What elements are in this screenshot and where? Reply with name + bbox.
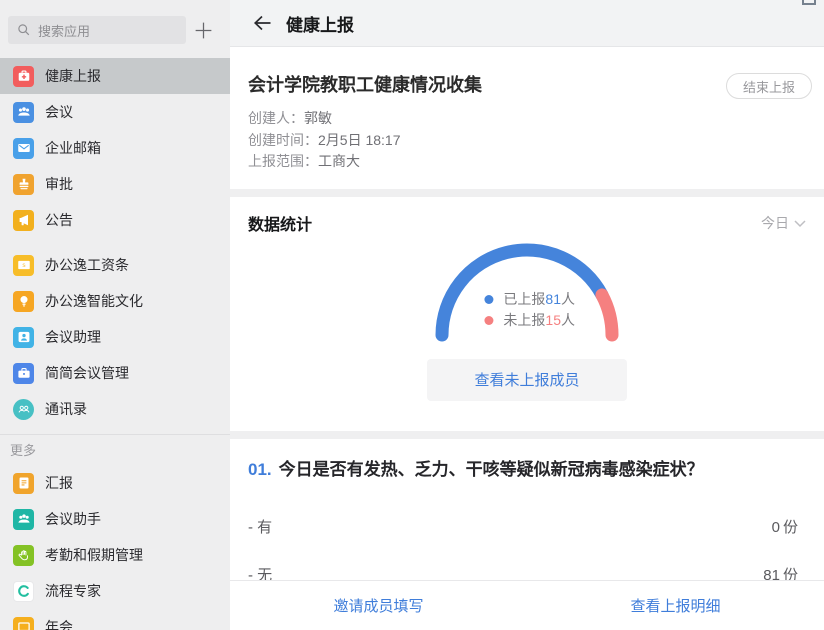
scope-line: 上报范围：工商大 bbox=[248, 151, 812, 173]
create-time-line: 创建时间：2月5日 18:17 bbox=[248, 130, 812, 152]
sidebar-item-label: 汇报 bbox=[45, 473, 73, 493]
sidebar-group-gap bbox=[0, 238, 230, 247]
unreported-dot-icon bbox=[484, 316, 493, 325]
question-line: 01. 今日是否有发热、乏力、干咳等疑似新冠病毒感染症状？ bbox=[248, 455, 798, 480]
sidebar-item-label: 简简会议管理 bbox=[45, 363, 129, 383]
sidebar-item-process-expert[interactable]: 流程专家 bbox=[0, 573, 230, 609]
sidebar-item-payslip[interactable]: s 办公逸工资条 bbox=[0, 247, 230, 283]
sidebar-item-meeting-assistant[interactable]: 会议助理 bbox=[0, 319, 230, 355]
sidebar-item-meeting[interactable]: 会议 bbox=[0, 94, 230, 130]
question-text: 今日是否有发热、乏力、干咳等疑似新冠病毒感染症状？ bbox=[279, 455, 704, 480]
option-label: - 有 bbox=[248, 516, 272, 537]
sidebar-item-label: 办公逸工资条 bbox=[45, 255, 129, 275]
sidebar-item-label: 公告 bbox=[45, 210, 73, 230]
document-icon bbox=[13, 473, 34, 494]
sidebar-item-health-report[interactable]: 健康上报 bbox=[0, 58, 230, 94]
end-report-button[interactable]: 结束上报 bbox=[726, 73, 812, 99]
chevron-down-icon bbox=[794, 220, 806, 228]
back-button[interactable] bbox=[246, 8, 276, 38]
gauge-chart: 已上报81人 未上报15人 bbox=[427, 235, 627, 352]
hand-icon bbox=[13, 545, 34, 566]
section-gap bbox=[230, 189, 824, 197]
unreported-count: 15 bbox=[545, 310, 561, 331]
add-app-button[interactable] bbox=[186, 16, 220, 44]
sidebar-item-annual-meeting[interactable]: 年会 bbox=[0, 609, 230, 630]
payslip-icon: s bbox=[13, 255, 34, 276]
legend-unreported: 未上报15人 bbox=[484, 310, 575, 331]
sidebar-search-row: 搜索应用 bbox=[0, 0, 230, 52]
svg-text:s: s bbox=[22, 262, 25, 269]
sidebar-item-meeting-management[interactable]: 简简会议管理 bbox=[0, 355, 230, 391]
sidebar-item-approval[interactable]: 审批 bbox=[0, 166, 230, 202]
app-sidebar: 搜索应用 健康上报 会议 企业邮箱 审批 bbox=[0, 0, 230, 630]
scope-value: 工商大 bbox=[318, 153, 360, 169]
creator-value: 郭敏 bbox=[304, 110, 332, 126]
contacts-icon bbox=[13, 399, 34, 420]
back-arrow-icon bbox=[250, 12, 272, 34]
sidebar-item-report[interactable]: 汇报 bbox=[0, 465, 230, 501]
gauge-arc-unreported bbox=[602, 294, 612, 334]
page-title: 健康上报 bbox=[286, 11, 354, 36]
sidebar-item-label: 流程专家 bbox=[45, 581, 101, 601]
report-card: 会计学院教职工健康情况收集 结束上报 创建人：郭敏 创建时间：2月5日 18:1… bbox=[230, 47, 824, 189]
search-icon bbox=[16, 22, 32, 38]
sidebar-item-meeting-helper[interactable]: 会议助手 bbox=[0, 501, 230, 537]
stats-title: 数据统计 bbox=[248, 211, 312, 235]
briefcase-icon bbox=[13, 363, 34, 384]
reported-dot-icon bbox=[484, 295, 493, 304]
gauge-legend: 已上报81人 未上报15人 bbox=[484, 289, 575, 331]
report-meta: 创建人：郭敏 创建时间：2月5日 18:17 上报范围：工商大 bbox=[248, 108, 812, 173]
window-control-icon[interactable] bbox=[802, 0, 816, 5]
stats-section: 数据统计 今日 已上报81人 未上报15人 查看未上 bbox=[230, 197, 824, 431]
sidebar-item-contacts[interactable]: 通讯录 bbox=[0, 391, 230, 427]
frame-icon bbox=[13, 617, 34, 630]
sidebar-more-label: 更多 bbox=[0, 435, 230, 465]
search-placeholder: 搜索应用 bbox=[38, 21, 90, 40]
plus-icon bbox=[193, 20, 214, 41]
date-filter-label: 今日 bbox=[761, 213, 789, 233]
create-time-value: 2月5日 18:17 bbox=[318, 132, 401, 148]
page-header: 健康上报 bbox=[230, 0, 824, 47]
sidebar-item-label: 通讯录 bbox=[45, 399, 87, 419]
meeting-icon bbox=[13, 102, 34, 123]
sidebar-item-label: 会议助手 bbox=[45, 509, 101, 529]
sidebar-item-attendance[interactable]: 考勤和假期管理 bbox=[0, 537, 230, 573]
view-unreported-button[interactable]: 查看未上报成员 bbox=[427, 359, 627, 401]
option-row-yes: - 有 0份 bbox=[248, 516, 798, 537]
sidebar-item-smart-culture[interactable]: 办公逸智能文化 bbox=[0, 283, 230, 319]
sidebar-item-label: 审批 bbox=[45, 174, 73, 194]
sidebar-item-label: 会议助理 bbox=[45, 327, 101, 347]
person-card-icon bbox=[13, 327, 34, 348]
sidebar-item-announcement[interactable]: 公告 bbox=[0, 202, 230, 238]
sidebar-item-label: 健康上报 bbox=[45, 66, 101, 86]
main-panel: 健康上报 会计学院教职工健康情况收集 结束上报 创建人：郭敏 创建时间：2月5日… bbox=[230, 0, 824, 630]
creator-line: 创建人：郭敏 bbox=[248, 108, 812, 130]
search-input[interactable]: 搜索应用 bbox=[8, 16, 186, 44]
sidebar-item-label: 企业邮箱 bbox=[45, 138, 101, 158]
legend-reported: 已上报81人 bbox=[484, 289, 575, 310]
mail-icon bbox=[13, 138, 34, 159]
date-filter-dropdown[interactable]: 今日 bbox=[761, 213, 806, 233]
sidebar-item-label: 考勤和假期管理 bbox=[45, 545, 143, 565]
option-count: 0份 bbox=[769, 516, 798, 537]
footer-bar: 邀请成员填写 查看上报明细 bbox=[230, 580, 824, 630]
stamp-icon bbox=[13, 174, 34, 195]
app-list: 健康上报 会议 企业邮箱 审批 公告 bbox=[0, 58, 230, 630]
sidebar-item-label: 年会 bbox=[45, 617, 73, 630]
megaphone-icon bbox=[13, 210, 34, 231]
section-gap bbox=[230, 431, 824, 439]
health-report-icon bbox=[13, 66, 34, 87]
question-number: 01. bbox=[248, 460, 272, 480]
lightbulb-icon bbox=[13, 291, 34, 312]
reported-count: 81 bbox=[545, 289, 561, 310]
people-group-icon bbox=[13, 509, 34, 530]
sidebar-item-label: 会议 bbox=[45, 102, 73, 122]
process-expert-icon bbox=[13, 581, 34, 602]
view-detail-link[interactable]: 查看上报明细 bbox=[630, 595, 720, 616]
sidebar-item-enterprise-mail[interactable]: 企业邮箱 bbox=[0, 130, 230, 166]
invite-members-link[interactable]: 邀请成员填写 bbox=[333, 595, 423, 616]
sidebar-item-label: 办公逸智能文化 bbox=[45, 291, 143, 311]
